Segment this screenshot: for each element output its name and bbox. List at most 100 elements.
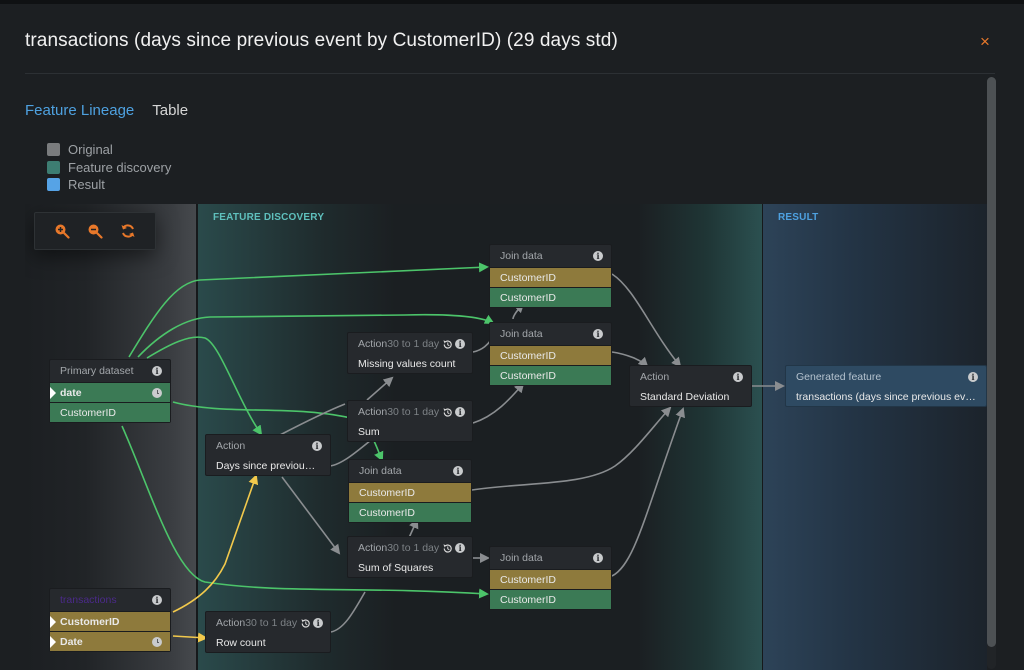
refresh-icon [121,224,135,238]
edge-join2-to-std [611,351,649,368]
row-label: CustomerID [359,486,416,499]
legend-label: Original [68,142,113,158]
node-join-data-2[interactable]: Join data i CustomerID CustomerID [489,322,612,386]
row-label: CustomerID [500,593,557,606]
history-icon [301,618,310,628]
row-customerid[interactable]: CustomerID [490,365,611,385]
legend-item-feature-discovery: Feature discovery [47,159,171,177]
row-customerid[interactable]: CustomerID [349,482,471,502]
info-icon[interactable]: i [455,543,466,553]
info-icon[interactable]: i [968,372,978,382]
reset-view-button[interactable] [118,221,138,241]
node-label: Row count [216,637,266,649]
expand-triangle-icon [50,636,56,648]
edge-sum-to-join2 [472,382,525,424]
row-label: CustomerID [500,291,557,304]
node-join-data-4[interactable]: Join data i CustomerID CustomerID [489,546,612,610]
node-kind: Action [358,542,388,554]
lineage-canvas[interactable]: FEATURE DISCOVERY RESULT Primary dataset… [25,204,987,670]
node-join-data-3[interactable]: Join data i CustomerID CustomerID [348,459,472,523]
zoom-controls [34,212,156,250]
node-kind: Action [358,338,388,350]
node-kind: Join data [359,465,402,477]
edge-join3-to-std [471,406,672,491]
legend-label: Feature discovery [68,159,172,175]
node-sum[interactable]: Action 30 to 1 day i Sum [347,400,473,442]
legend-item-original: Original [47,141,171,159]
time-range: 30 to 1 day [387,406,440,418]
view-tabs: Feature Lineage Table [25,102,188,119]
info-icon[interactable]: i [152,366,162,376]
node-title: transactions [60,594,117,606]
info-icon[interactable]: i [593,553,603,563]
history-icon [443,339,452,349]
row-label: date [60,386,82,399]
zoom-in-button[interactable] [52,221,72,241]
node-label: Standard Deviation [640,391,730,403]
info-icon[interactable]: i [453,466,463,476]
row-label: CustomerID [500,349,557,362]
row-label: CustomerID [60,406,117,419]
node-label: Missing values count [358,358,456,370]
zoom-in-icon [55,224,70,239]
edge-row-count-to-sum-squares [330,591,366,633]
feature-lineage-modal: transactions (days since previous event … [0,4,1024,670]
node-transactions[interactable]: transactions i CustomerID Date [49,588,171,652]
history-icon [443,543,452,553]
info-icon[interactable]: i [733,372,743,382]
node-kind: Generated feature [796,371,882,383]
node-sum-of-squares[interactable]: Action 30 to 1 day i Sum of Squares [347,536,473,578]
node-missing-values-count[interactable]: Action 30 to 1 day i Missing values count [347,332,473,374]
row-date[interactable]: Date [50,631,170,651]
legend-item-result: Result [47,176,171,194]
row-date[interactable]: date [50,382,170,402]
row-customerid[interactable]: CustomerID [349,502,471,522]
row-customerid[interactable]: CustomerID [490,569,611,589]
info-icon[interactable]: i [593,251,603,261]
row-label: CustomerID [359,506,416,519]
node-label: Sum [358,426,380,438]
edge-sum-to-missing [366,376,394,401]
history-icon [443,407,452,417]
row-customerid[interactable]: CustomerID [50,611,170,631]
tab-feature-lineage[interactable]: Feature Lineage [25,102,134,119]
info-icon[interactable]: i [312,441,322,451]
tab-table[interactable]: Table [152,102,188,119]
node-kind: Join data [500,328,543,340]
node-standard-deviation[interactable]: Action i Standard Deviation [629,365,752,407]
node-row-count[interactable]: Action 30 to 1 day i Row count [205,611,331,653]
scrollbar-thumb[interactable] [987,77,996,647]
edge-join1-to-std [611,273,682,368]
edge-days-since-to-sum [279,403,346,436]
modal-title: transactions (days since previous event … [25,30,618,51]
row-label: CustomerID [500,369,557,382]
info-icon[interactable]: i [152,595,162,605]
zoom-out-icon [88,224,103,239]
row-customerid[interactable]: CustomerID [490,345,611,365]
row-label: CustomerID [60,615,120,628]
row-label: CustomerID [500,271,557,284]
node-kind: Join data [500,250,543,262]
node-days-since-previous-event[interactable]: Action i Days since previous event [205,434,331,476]
row-customerid[interactable]: CustomerID [490,287,611,307]
legend: Original Feature discovery Result [47,141,171,194]
node-join-data-1[interactable]: Join data i CustomerID CustomerID [489,244,612,308]
info-icon[interactable]: i [593,329,603,339]
legend-label: Result [68,177,105,193]
clock-icon [152,636,162,647]
node-label: transactions (days since previous event … [796,391,986,403]
time-range: 30 to 1 day [387,338,440,350]
node-generated-feature[interactable]: Generated feature i transactions (days si… [785,365,987,407]
time-range: 30 to 1 day [245,617,298,629]
close-button[interactable]: × [980,32,990,52]
zoom-out-button[interactable] [85,221,105,241]
info-icon[interactable]: i [313,618,324,628]
info-icon[interactable]: i [455,339,466,349]
row-customerid[interactable]: CustomerID [490,589,611,609]
node-primary-dataset[interactable]: Primary dataset i date CustomerID [49,359,171,423]
row-customerid[interactable]: CustomerID [490,267,611,287]
info-icon[interactable]: i [455,407,466,417]
legend-swatch-result [47,178,60,192]
node-title: Primary dataset [60,365,134,377]
row-customerid[interactable]: CustomerID [50,402,170,422]
